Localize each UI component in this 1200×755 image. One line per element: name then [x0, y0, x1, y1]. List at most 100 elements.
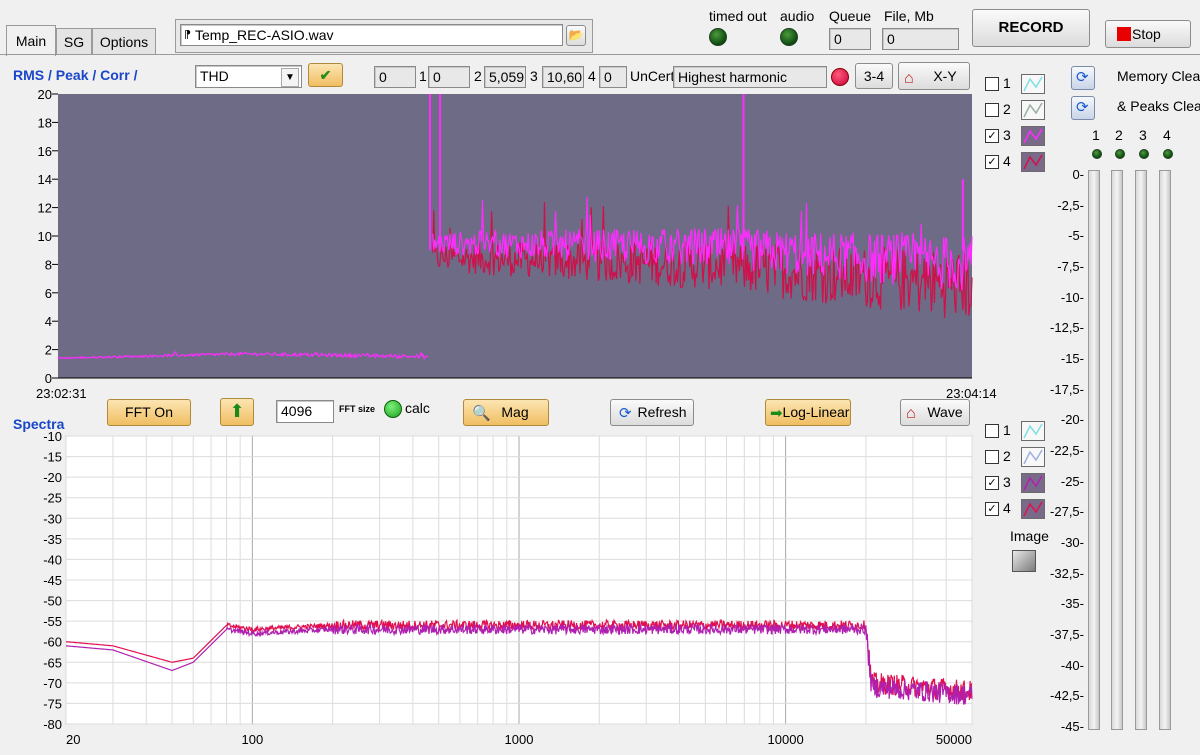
queue-label: Queue [829, 8, 872, 24]
upper-channel-color-swatch[interactable] [1021, 126, 1045, 146]
fft-on-button[interactable]: FFT On [107, 399, 191, 426]
meter-tick-label: -37,5- [1050, 627, 1084, 642]
meter-channel-label: 2 [1115, 127, 1123, 143]
refresh-icon: ⟳ [1076, 69, 1089, 86]
upper-channel-label: 3 [1003, 127, 1011, 143]
upper-y-tick-label: 18 [38, 115, 52, 130]
meter-bar [1088, 170, 1100, 730]
spectra-x-tick-label: 20 [66, 732, 80, 747]
upper-y-tick-label: 14 [38, 172, 52, 187]
spectra-y-tick-label: -10 [43, 430, 62, 444]
refresh-icon: ⟳ [619, 405, 632, 422]
upper-y-tick-label: 6 [45, 286, 52, 301]
upper-channel-3-checkbox[interactable]: ✓ [985, 129, 999, 143]
upper-channel-color-swatch[interactable] [1021, 100, 1045, 120]
lower-channel-color-swatch[interactable] [1021, 421, 1045, 441]
tab-main[interactable]: Main [6, 25, 56, 56]
meter-bar [1159, 170, 1171, 730]
meter-peak-led [1139, 149, 1149, 159]
xy-button[interactable]: ⌂ X-Y [898, 62, 970, 90]
spectra-y-tick-label: -75 [43, 696, 62, 711]
lower-channel-2-checkbox[interactable] [985, 450, 999, 464]
apply-button[interactable]: ✔ [308, 63, 343, 87]
memory-clear-button[interactable]: ⟳ [1071, 66, 1095, 90]
arrow-right-icon: ➡ [770, 405, 783, 422]
meter-channel-label: 4 [1163, 127, 1171, 143]
upper-y-axis: 0 2 4 6 8 10 12 14 16 18 20 [38, 88, 58, 386]
meter-tick-label: -12,5- [1050, 320, 1084, 336]
file-mb-value: 0 [882, 28, 959, 50]
measure-field-5: 0 [599, 66, 627, 88]
upper-y-tick-label: 4 [45, 314, 52, 329]
measure-label-4: 4 [588, 68, 596, 84]
upper-chart: 0 2 4 6 8 10 12 14 16 18 20 23:02:31 23:04:14 [36, 88, 997, 400]
uncert-indicator-led [831, 68, 849, 86]
lower-channel-label: 2 [1003, 448, 1011, 464]
stop-button[interactable]: Stop [1105, 20, 1191, 48]
meter-tick-label: -17,5- [1050, 381, 1084, 397]
meter-tick-label: -5- [1068, 228, 1084, 244]
fft-size-label: FFT size [339, 404, 376, 414]
calc-led [384, 400, 402, 418]
upper-channel-label: 2 [1003, 101, 1011, 117]
three-four-button[interactable]: 3-4 [855, 63, 893, 89]
spectra-y-tick-label: -70 [43, 676, 62, 691]
spectra-x-tick-label: 10000 [768, 732, 804, 747]
lower-channel-color-swatch[interactable] [1021, 499, 1045, 519]
stop-icon [1117, 27, 1131, 41]
lower-channel-4-checkbox[interactable]: ✓ [985, 502, 999, 516]
upper-y-tick-label: 0 [45, 371, 52, 386]
audio-led [780, 28, 798, 46]
measure-select[interactable]: THD ▼ [195, 65, 302, 88]
lower-channel-color-swatch[interactable] [1021, 447, 1045, 467]
upper-x-end-label: 23:04:14 [946, 386, 997, 400]
measure-label-2: 2 [474, 68, 482, 84]
queue-value: 0 [829, 28, 871, 50]
file-path-input[interactable]: ⁋ Temp_REC-ASIO.wav [180, 24, 563, 46]
timed-out-led [709, 28, 727, 46]
peaks-clear-button[interactable]: ⟳ [1071, 96, 1095, 120]
wave-button[interactable]: ⌂ Wave [900, 399, 970, 426]
spectra-y-tick-label: -65 [43, 655, 62, 670]
meter-tick-label: -15- [1060, 351, 1084, 366]
spectra-y-tick-label: -25 [43, 491, 62, 506]
tab-sg[interactable]: SG [56, 28, 92, 55]
upper-y-tick-label: 2 [45, 343, 52, 358]
lower-channel-1-checkbox[interactable] [985, 424, 999, 438]
meter-tick-label: -10- [1060, 289, 1084, 305]
upper-channel-color-swatch[interactable] [1021, 74, 1045, 94]
browse-folder-button[interactable]: 📂 [566, 25, 586, 46]
measure-field-1: 0 [374, 66, 416, 88]
upper-channel-4-checkbox[interactable]: ✓ [985, 155, 999, 169]
tab-options[interactable]: Options [92, 28, 156, 55]
lower-channel-3-checkbox[interactable]: ✓ [985, 476, 999, 490]
meter-tick-label: -40- [1060, 657, 1084, 673]
meter-tick-label: -22,5- [1050, 443, 1084, 458]
fft-size-input[interactable]: 4096 [276, 400, 334, 423]
audio-label: audio [780, 8, 815, 24]
record-button[interactable]: RECORD [972, 9, 1090, 47]
upper-y-tick-label: 8 [45, 257, 52, 272]
measure-label-1: 1 [419, 68, 427, 84]
memory-clear-label: Memory Clear [1117, 68, 1200, 84]
refresh-button[interactable]: ⟳ Refresh [610, 399, 694, 426]
upper-channel-label: 4 [1003, 153, 1011, 169]
meter-tick-label: -25- [1060, 473, 1084, 489]
spectra-y-tick-label: -40 [43, 552, 62, 567]
spectra-y-tick-label: -50 [43, 594, 62, 609]
upper-y-tick-label: 10 [38, 229, 52, 244]
log-linear-button[interactable]: ➡ Log-Linear [765, 399, 851, 426]
home-icon: ⌂ [906, 405, 916, 422]
mag-button[interactable]: 🔍 Mag [463, 399, 549, 426]
upper-chart-title: RMS / Peak / Corr / [13, 67, 138, 83]
spectra-x-tick-label: 1000 [505, 732, 534, 747]
measure-label-3: 3 [530, 68, 538, 84]
spectra-y-tick-label: -80 [43, 717, 62, 732]
lower-channel-color-swatch[interactable] [1021, 473, 1045, 493]
image-cube-button[interactable] [1012, 550, 1036, 572]
upper-channel-1-checkbox[interactable] [985, 77, 999, 91]
upper-channel-2-checkbox[interactable] [985, 103, 999, 117]
spectra-y-tick-label: -30 [43, 511, 62, 526]
upper-y-tick-label: 12 [38, 201, 52, 216]
fft-up-button[interactable]: ⬆ [220, 398, 254, 426]
